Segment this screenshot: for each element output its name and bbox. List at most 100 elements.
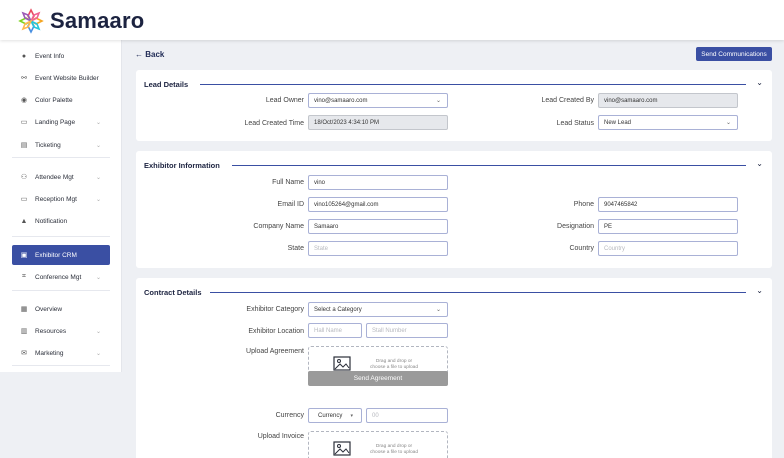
email-label: Email ID <box>277 201 304 208</box>
chevron-down-icon: ⌄ <box>435 307 441 313</box>
exhibitor-info-card: Exhibitor Information ⌄ Full Name vino E… <box>136 151 772 268</box>
image-upload-icon <box>333 356 351 371</box>
lead-owner-value: vino@samaaro.com <box>314 97 368 104</box>
stall-number-input[interactable]: Stall Number <box>366 323 448 338</box>
sidebar-item-conference-mgt[interactable]: ⌗ Conference Mgt ⌄ <box>12 267 110 287</box>
sidebar-item-color-palette[interactable]: ◉ Color Palette <box>12 90 110 110</box>
sidebar-item-label: Conference Mgt <box>35 273 82 281</box>
contract-details-card: Contract Details ⌄ Exhibitor Category Se… <box>136 278 772 458</box>
sidebar-item-label: Color Palette <box>35 96 73 104</box>
chevron-down-icon: ⌄ <box>725 120 731 126</box>
sidebar-item-landing-page[interactable]: ▭ Landing Page ⌄ <box>12 112 110 132</box>
sidebar-item-label: Landing Page <box>35 118 76 126</box>
dropzone-text-line-2: choose a file to upload <box>369 450 418 456</box>
crm-icon: ▣ <box>20 252 28 259</box>
chevron-down-icon: ⌄ <box>95 174 101 181</box>
sidebar-divider <box>12 236 110 237</box>
info-icon: ● <box>21 52 27 60</box>
marketing-icon: ✉ <box>21 350 27 357</box>
back-link[interactable]: ← Back <box>135 50 164 59</box>
sidebar-item-label: Attendee Mgt <box>35 173 74 181</box>
upload-invoice-label: Upload Invoice <box>257 433 304 440</box>
sidebar-item-label: Exhibitor CRM <box>35 251 77 259</box>
lead-created-time-label: Lead Created Time <box>244 120 304 127</box>
send-agreement-button[interactable]: Send Agreement <box>308 371 448 386</box>
sidebar-item-overview[interactable]: ▦ Overview <box>12 299 110 319</box>
section-divider <box>232 165 746 166</box>
phone-input[interactable]: 9047465842 <box>598 197 738 212</box>
exhibitor-category-select[interactable]: Select a Category ⌄ <box>308 302 448 317</box>
sidebar-item-label: Event Info <box>35 52 65 60</box>
lead-status-value: New Lead <box>604 119 632 126</box>
sidebar-item-event-website-builder[interactable]: ⚯ Event Website Builder <box>12 68 110 88</box>
sidebar-item-event-info[interactable]: ● Event Info <box>12 46 110 66</box>
lead-created-time-field: 18/Oct/2023 4:34:10 PM <box>308 115 448 130</box>
collapse-chevron-icon[interactable]: ⌄ <box>756 286 763 295</box>
collapse-chevron-icon[interactable]: ⌄ <box>756 78 763 87</box>
exhibitor-info-title: Exhibitor Information <box>144 161 220 170</box>
email-input[interactable]: vino105264@gmail.com <box>308 197 448 212</box>
ticket-icon: ▤ <box>20 142 28 149</box>
dropzone-text: Drag and drop or choose a file to upload <box>359 359 429 371</box>
phone-label: Phone <box>573 201 594 208</box>
designation-input[interactable]: PE <box>598 219 738 234</box>
lead-status-label: Lead Status <box>556 120 594 127</box>
image-upload-icon <box>333 441 351 456</box>
full-name-label: Full Name <box>272 179 304 186</box>
designation-label: Designation <box>557 223 594 230</box>
sidebar-item-marketing[interactable]: ✉ Marketing ⌄ <box>12 343 110 363</box>
landing-page-icon: ▭ <box>20 119 28 126</box>
sidebar-item-label: Ticketing <box>35 141 61 149</box>
sidebar-divider <box>12 290 110 291</box>
lead-status-select[interactable]: New Lead ⌄ <box>598 115 738 130</box>
section-divider <box>200 84 746 85</box>
chevron-down-icon: ⌄ <box>435 98 441 104</box>
lead-details-card: Lead Details ⌄ Lead Owner vino@samaaro.c… <box>136 70 772 141</box>
sidebar-item-ticketing[interactable]: ▤ Ticketing ⌄ <box>12 135 110 155</box>
samaaro-logo-icon <box>18 8 44 34</box>
dropzone-text: Drag and drop or choose a file to upload <box>359 444 429 456</box>
amount-input[interactable]: 00 <box>366 408 448 423</box>
logo[interactable]: Samaaro <box>18 8 144 34</box>
send-communications-button[interactable]: Send Communications <box>696 47 772 61</box>
resources-icon: ▥ <box>20 328 28 335</box>
country-label: Country <box>569 245 594 252</box>
company-name-input[interactable]: Samaaro <box>308 219 448 234</box>
sidebar-item-reception-mgt[interactable]: ▭ Reception Mgt ⌄ <box>12 189 110 209</box>
top-bar: Samaaro <box>0 0 784 40</box>
chevron-down-icon: ⌄ <box>95 328 101 335</box>
currency-value: Currency <box>318 412 343 419</box>
sidebar-item-exhibitor-crm[interactable]: ▣ Exhibitor CRM <box>12 245 110 265</box>
sidebar-item-label: Resources <box>35 327 67 335</box>
section-divider <box>210 292 746 293</box>
lead-owner-select[interactable]: vino@samaaro.com ⌄ <box>308 93 448 108</box>
state-input[interactable]: State <box>308 241 448 256</box>
sidebar-divider <box>12 157 110 158</box>
sidebar: ● Event Info ⚯ Event Website Builder ◉ Color … <box>0 40 122 372</box>
country-input[interactable]: Country <box>598 241 738 256</box>
sidebar-item-resources[interactable]: ▥ Resources ⌄ <box>12 321 110 341</box>
chevron-down-icon: ⌄ <box>95 196 101 203</box>
hall-name-input[interactable]: Hall Name <box>308 323 362 338</box>
contract-details-title: Contract Details <box>144 288 202 297</box>
bell-icon: ▲ <box>20 217 28 225</box>
conference-icon: ⌗ <box>22 273 26 280</box>
currency-label: Currency <box>275 412 304 419</box>
sidebar-item-label: Notification <box>35 217 68 225</box>
sidebar-item-notification[interactable]: ▲ Notification <box>12 211 110 231</box>
full-name-input[interactable]: vino <box>308 175 448 190</box>
collapse-chevron-icon[interactable]: ⌄ <box>756 159 763 168</box>
lead-created-by-field: vino@samaaro.com <box>598 93 738 108</box>
sidebar-item-label: Marketing <box>35 349 64 357</box>
reception-icon: ▭ <box>20 196 28 203</box>
invoice-dropzone[interactable]: Drag and drop or choose a file to upload <box>308 431 448 458</box>
chevron-down-icon: ⌄ <box>95 142 101 149</box>
currency-select[interactable]: Currency ▾ <box>308 408 362 423</box>
sidebar-item-attendee-mgt[interactable]: ⚇ Attendee Mgt ⌄ <box>12 167 110 187</box>
attendee-icon: ⚇ <box>20 174 28 181</box>
overview-icon: ▦ <box>20 306 28 313</box>
exhibitor-category-value: Select a Category <box>314 306 362 313</box>
palette-icon: ◉ <box>20 97 28 104</box>
exhibitor-category-label: Exhibitor Category <box>246 306 304 313</box>
chevron-down-icon: ⌄ <box>95 350 101 357</box>
